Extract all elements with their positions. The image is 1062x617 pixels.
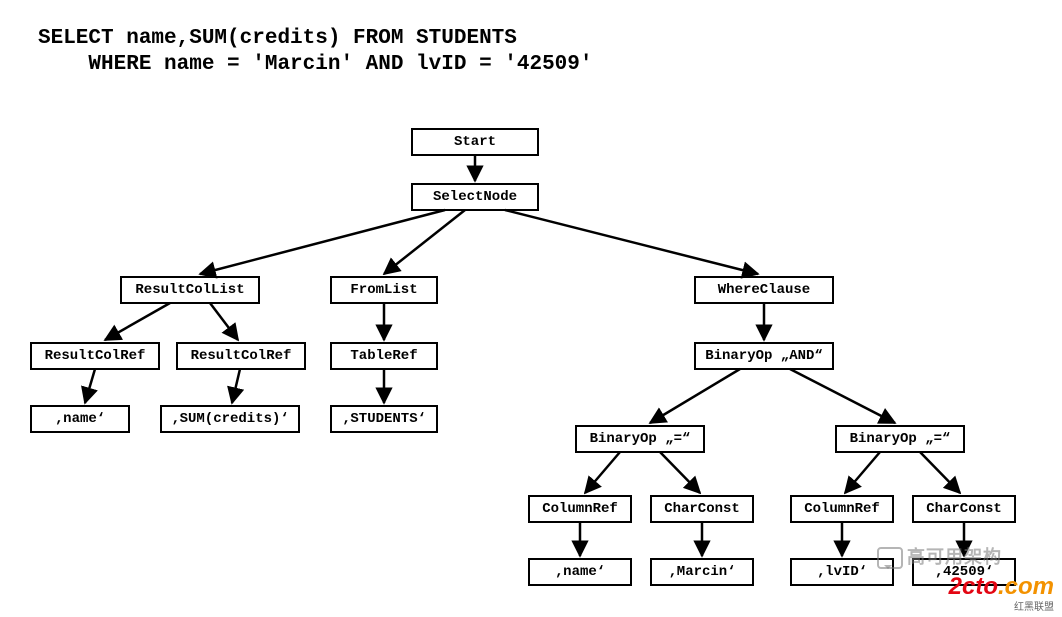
- node-colref-1: ColumnRef: [528, 495, 632, 523]
- watermark-site: 2cto.com 红黑联盟: [949, 573, 1054, 613]
- node-binaryeq-2: BinaryOp „=“: [835, 425, 965, 453]
- node-colref-2: ColumnRef: [790, 495, 894, 523]
- tree-edges: [0, 0, 1062, 617]
- node-tableref: TableRef: [330, 342, 438, 370]
- leaf-name-1: ‚name‘: [30, 405, 130, 433]
- node-charconst-2: CharConst: [912, 495, 1016, 523]
- node-whereclause: WhereClause: [694, 276, 834, 304]
- watermark-arch: 高可用架构: [877, 543, 1002, 569]
- node-resultcolref-2: ResultColRef: [176, 342, 306, 370]
- node-select: SelectNode: [411, 183, 539, 211]
- node-start: Start: [411, 128, 539, 156]
- leaf-marcin: ‚Marcin‘: [650, 558, 754, 586]
- leaf-name-2: ‚name‘: [528, 558, 632, 586]
- node-fromlist: FromList: [330, 276, 438, 304]
- node-resultcolref-1: ResultColRef: [30, 342, 160, 370]
- sql-statement: SELECT name,SUM(credits) FROM STUDENTS W…: [38, 26, 593, 79]
- leaf-students: ‚STUDENTS‘: [330, 405, 438, 433]
- leaf-sumcredits: ‚SUM(credits)‘: [160, 405, 300, 433]
- node-binaryeq-1: BinaryOp „=“: [575, 425, 705, 453]
- node-resultcollist: ResultColList: [120, 276, 260, 304]
- node-binary-and: BinaryOp „AND“: [694, 342, 834, 370]
- node-charconst-1: CharConst: [650, 495, 754, 523]
